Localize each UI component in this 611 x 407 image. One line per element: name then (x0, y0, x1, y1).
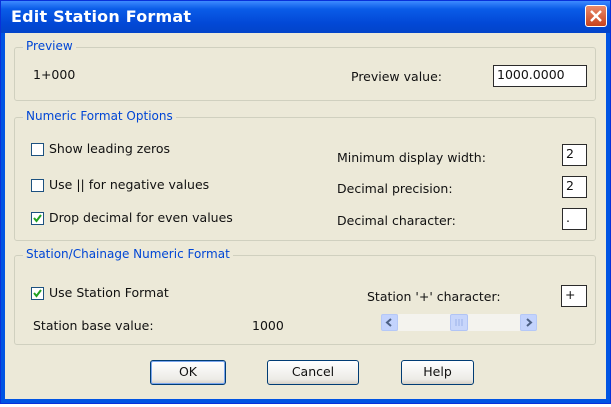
decimal-character-label: Decimal character: (337, 213, 456, 228)
chevron-left-icon (385, 318, 392, 327)
help-button[interactable]: Help (401, 360, 474, 385)
min-display-width-label: Minimum display width: (337, 150, 486, 165)
scroll-left-button[interactable] (381, 314, 398, 331)
numeric-format-group: Numeric Format Options Show leading zero… (14, 109, 596, 241)
grip-icon (455, 319, 463, 326)
decimal-character-field[interactable]: . (562, 208, 587, 230)
preview-value-label: Preview value: (351, 69, 442, 84)
use-station-format-label: Use Station Format (49, 285, 169, 300)
negative-values-checkbox[interactable] (31, 179, 44, 192)
show-leading-zeros-label: Show leading zeros (49, 141, 171, 156)
preview-sample-text: 1+000 (33, 67, 76, 82)
title-bar[interactable]: Edit Station Format (1, 1, 610, 33)
preview-group-label: Preview (23, 39, 76, 53)
checkmark-icon (33, 289, 42, 298)
preview-group: Preview 1+000 Preview value: 1000.0000 (14, 39, 596, 101)
chevron-right-icon (526, 318, 533, 327)
station-format-group-label: Station/Chainage Numeric Format (23, 247, 233, 261)
station-base-value: 1000 (252, 318, 284, 333)
dialog-window: Edit Station Format Preview 1+000 Previe… (0, 0, 611, 404)
ok-button[interactable]: OK (150, 360, 226, 385)
station-plus-char-label: Station '+' character: (367, 289, 501, 304)
scroll-thumb[interactable] (450, 314, 468, 331)
use-station-format-checkbox[interactable] (31, 287, 44, 300)
preview-value-field[interactable]: 1000.0000 (493, 65, 587, 87)
station-format-group: Station/Chainage Numeric Format Use Stat… (14, 247, 596, 345)
min-display-width-field[interactable]: 2 (562, 144, 587, 166)
show-leading-zeros-checkbox[interactable] (31, 143, 44, 156)
negative-values-label: Use || for negative values (49, 177, 210, 192)
dialog-title: Edit Station Format (11, 7, 192, 26)
dialog-client: Preview 1+000 Preview value: 1000.0000 N… (5, 33, 606, 399)
close-button[interactable] (585, 5, 607, 27)
numeric-format-group-label: Numeric Format Options (23, 109, 176, 123)
scroll-right-button[interactable] (520, 314, 537, 331)
close-icon (590, 10, 602, 22)
station-base-value-label: Station base value: (33, 318, 154, 333)
cancel-button[interactable]: Cancel (267, 360, 359, 385)
decimal-precision-field[interactable]: 2 (562, 176, 587, 198)
checkmark-icon (33, 214, 42, 223)
decimal-precision-label: Decimal precision: (337, 181, 453, 196)
station-plus-char-field[interactable]: + (561, 285, 587, 307)
drop-decimal-checkbox[interactable] (31, 212, 44, 225)
drop-decimal-label: Drop decimal for even values (49, 210, 233, 225)
